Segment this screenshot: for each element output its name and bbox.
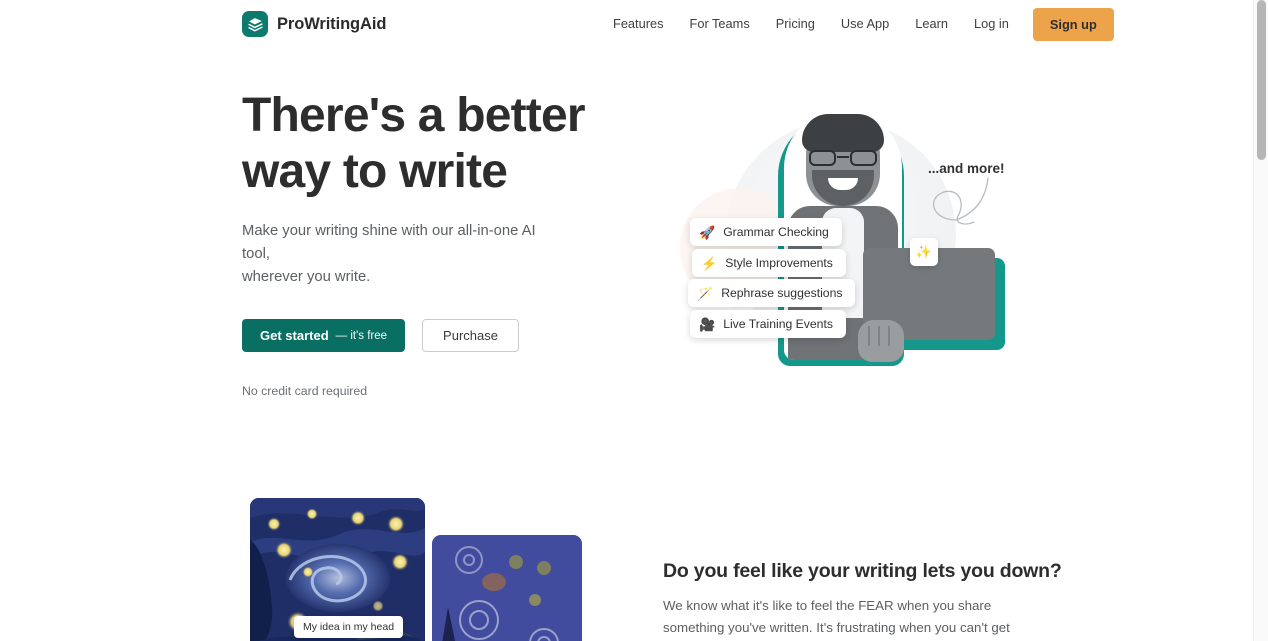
starry-night-illustration: My idea in my head: [242, 498, 622, 641]
sparkle-icon: ✨: [915, 244, 933, 259]
plain-painting-card: [432, 535, 582, 641]
feature-pill-label: Live Training Events: [723, 317, 833, 331]
hero-title: There's a better way to write: [242, 89, 586, 198]
prowritingaid-logo-icon: [242, 11, 268, 37]
hand-finger-line: [878, 326, 880, 346]
hero-illustration: 🚀 Grammar Checking ⚡ Style Improvements …: [660, 98, 1020, 398]
section2-copy: Do you feel like your writing lets you d…: [663, 560, 1063, 641]
writing-lets-you-down-section: My idea in my head Do you feel like your…: [0, 470, 1253, 641]
feature-pill-label: Style Improvements: [725, 256, 833, 270]
glasses-bridge: [837, 156, 849, 158]
nav-item-for-teams[interactable]: For Teams: [677, 12, 763, 37]
get-started-button[interactable]: Get started — it's free: [242, 319, 406, 353]
hero-subtitle: Make your writing shine with our all-in-…: [242, 223, 536, 286]
page-root: ProWritingAid Features For Teams Pricing…: [0, 0, 1268, 641]
glasses-icon: [808, 150, 878, 166]
nav-item-use-app[interactable]: Use App: [828, 12, 902, 37]
section2-title: Do you feel like your writing lets you d…: [663, 560, 1062, 582]
feature-pill-grammar-checking: 🚀 Grammar Checking: [690, 218, 842, 246]
hero-copy: There's a better way to write Make your …: [242, 88, 642, 398]
nav-item-learn[interactable]: Learn: [902, 12, 961, 37]
main-navigation: Features For Teams Pricing Use App Learn…: [600, 0, 1114, 48]
page-scrollbar[interactable]: [1253, 0, 1268, 641]
feature-pill-label: Grammar Checking: [723, 225, 829, 239]
feature-pill-style-improvements: ⚡ Style Improvements: [692, 249, 846, 277]
person-hand: [858, 320, 904, 362]
plain-painting-art: [432, 535, 582, 641]
person-hair: [802, 114, 884, 152]
nav-item-pricing[interactable]: Pricing: [763, 12, 828, 37]
glasses-right-lens: [850, 150, 877, 166]
scrollbar-thumb[interactable]: [1257, 0, 1266, 160]
feature-pill-rephrase-suggestions: 🪄 Rephrase suggestions: [688, 279, 856, 307]
my-idea-label: My idea in my head: [294, 616, 404, 638]
get-started-free-note: — it's free: [335, 329, 388, 342]
hand-finger-line: [888, 326, 890, 346]
section2-body: We know what it's like to feel the FEAR …: [663, 598, 1010, 635]
hero-section: There's a better way to write Make your …: [0, 88, 1253, 408]
lightning-icon: ⚡: [701, 255, 718, 271]
feature-pill-live-training-events: 🎥 Live Training Events: [690, 310, 846, 338]
hand-finger-line: [868, 326, 870, 346]
balloon-doodle-icon: [933, 177, 989, 225]
magic-wand-icon: 🪄: [697, 285, 714, 301]
nav-item-features[interactable]: Features: [600, 12, 677, 37]
rocket-icon: 🚀: [699, 224, 716, 240]
no-credit-card-note: No credit card required: [242, 384, 368, 399]
and-more-annotation: ...and more!: [928, 161, 1005, 176]
get-started-label: Get started: [260, 328, 329, 344]
nav-item-log-in[interactable]: Log in: [961, 12, 1022, 37]
glasses-left-lens: [809, 150, 836, 166]
video-camera-icon: 🎥: [699, 316, 716, 332]
site-header: ProWritingAid Features For Teams Pricing…: [0, 0, 1253, 48]
brand-name: ProWritingAid: [277, 14, 387, 33]
sign-up-button[interactable]: Sign up: [1032, 7, 1114, 41]
brand-logo-link[interactable]: ProWritingAid: [242, 11, 386, 37]
hero-cta-group: Get started — it's free Purchase: [242, 319, 642, 353]
purchase-button[interactable]: Purchase: [422, 319, 519, 353]
feature-pill-label: Rephrase suggestions: [721, 286, 843, 300]
